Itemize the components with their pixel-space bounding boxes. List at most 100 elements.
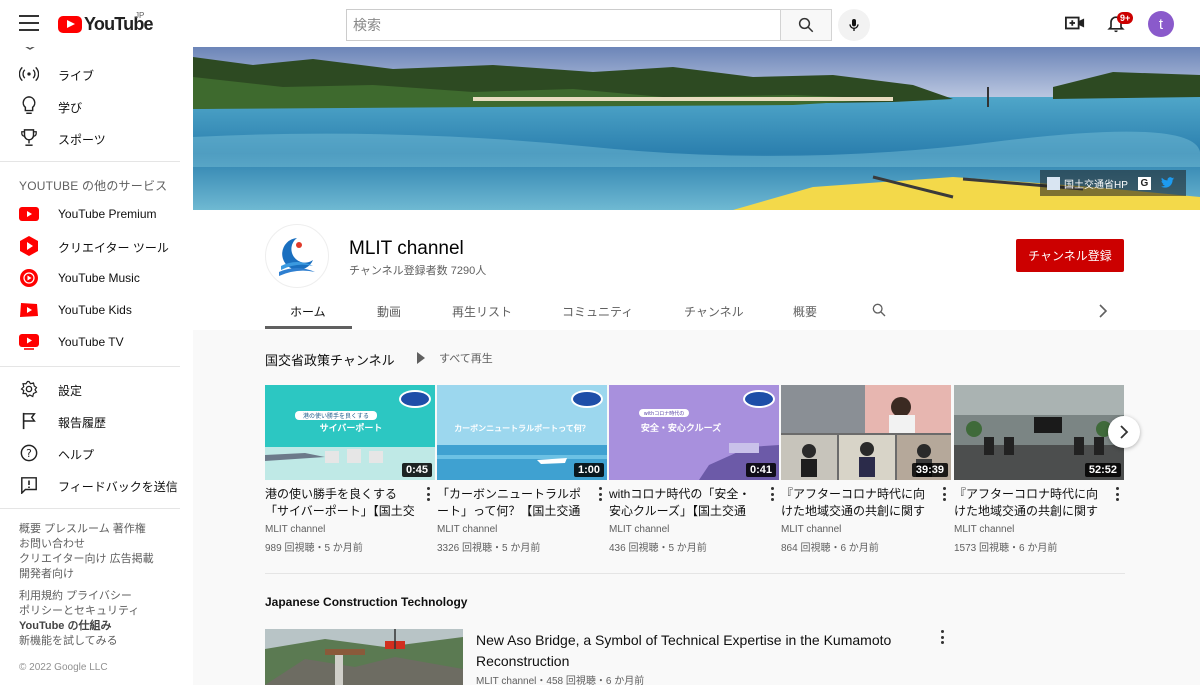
- footer-link[interactable]: ポリシーとセキュリティ: [19, 604, 139, 619]
- sidebar-item-feedback[interactable]: フィードバックを送信: [0, 469, 193, 501]
- chevron-right-icon: [1120, 425, 1129, 439]
- mlit-site-link[interactable]: 国土交通省HP: [1064, 176, 1128, 191]
- section-title[interactable]: Japanese Construction Technology: [265, 595, 467, 609]
- more-options-icon[interactable]: [427, 487, 431, 501]
- channel-search-icon[interactable]: [871, 302, 887, 318]
- footer-link[interactable]: クリエイター向け 広告掲載: [19, 552, 154, 567]
- more-options-icon[interactable]: [599, 487, 603, 501]
- video-channel[interactable]: MLIT channel: [781, 524, 951, 535]
- video-card[interactable]: withコロナ時代の 安全・安心クルーズ 0:41 withコロナ時代の「安全・…: [609, 385, 779, 554]
- twitter-icon[interactable]: [1160, 177, 1175, 189]
- video-title[interactable]: 「カーボンニュートラルポート」って何？【国土交通省...: [437, 486, 589, 520]
- video-thumbnail[interactable]: [265, 629, 463, 685]
- footer-link[interactable]: お問い合わせ: [19, 537, 154, 552]
- video-thumbnail[interactable]: 39:39: [781, 385, 951, 480]
- tab-community[interactable]: コミュニティ: [562, 303, 633, 320]
- svg-text:?: ?: [26, 447, 32, 460]
- video-title[interactable]: 『アフターコロナ時代に向けた地域交通の共創に関する...: [954, 486, 1106, 520]
- video-card[interactable]: 港の使い勝手を良くする サイバーポート 0:45 港の使い勝手を良くする「サイバ…: [265, 385, 435, 554]
- video-meta: 864 回視聴・6 か月前: [781, 543, 879, 554]
- sidebar-item-youtube-music[interactable]: YouTube Music: [0, 262, 193, 294]
- video-thumbnail[interactable]: カーボンニュートラルポートって何？ 1:00: [437, 385, 607, 480]
- feedback-icon: [19, 475, 39, 495]
- tab-videos[interactable]: 動画: [377, 303, 401, 320]
- create-video-button[interactable]: [1064, 13, 1086, 38]
- video-card[interactable]: 52:52 『アフターコロナ時代に向けた地域交通の共創に関する... MLIT …: [954, 385, 1124, 554]
- svg-text:港の使い勝手を良くする: 港の使い勝手を良くする: [303, 412, 369, 420]
- tab-about[interactable]: 概要: [793, 303, 817, 320]
- sidebar-item-youtube-tv[interactable]: YouTube TV: [0, 326, 193, 358]
- video-camera-plus-icon: [1065, 16, 1085, 30]
- section-title[interactable]: 国交省政策チャンネル: [265, 350, 395, 369]
- sidebar-item-report-history[interactable]: 報告履歴: [0, 405, 193, 437]
- tab-playlists[interactable]: 再生リスト: [452, 303, 512, 320]
- sidebar-item-label: YouTube Music: [58, 271, 140, 285]
- video-meta: MLIT channel・458 回視聴・6 か月前: [476, 676, 645, 685]
- video-meta: 989 回視聴・5 か月前: [265, 543, 363, 554]
- video-channel[interactable]: MLIT channel: [954, 524, 1124, 535]
- video-thumbnail[interactable]: 港の使い勝手を良くする サイバーポート 0:45: [265, 385, 435, 480]
- footer-link[interactable]: 新機能を試してみる: [19, 634, 139, 649]
- sidebar-item-settings[interactable]: 設定: [0, 373, 193, 405]
- youtube-play-icon: [58, 16, 82, 33]
- video-channel[interactable]: MLIT channel: [265, 524, 435, 535]
- sidebar-item-live[interactable]: ライブ: [0, 58, 193, 90]
- sidebar-item-youtube-kids[interactable]: YouTube Kids: [0, 294, 193, 326]
- video-channel[interactable]: MLIT channel: [437, 524, 607, 535]
- footer-link[interactable]: 開発者向け: [19, 567, 154, 582]
- subscribe-button[interactable]: チャンネル登録: [1016, 239, 1124, 272]
- sidebar-item-youtube-premium[interactable]: YouTube Premium: [0, 198, 193, 230]
- voice-search-button[interactable]: [838, 9, 870, 41]
- video-title[interactable]: 港の使い勝手を良くする「サイバーポート」【国土交通...: [265, 486, 417, 520]
- footer-link[interactable]: 利用規約 プライバシー: [19, 589, 139, 604]
- video-thumbnail[interactable]: withコロナ時代の 安全・安心クルーズ 0:41: [609, 385, 779, 480]
- tab-channels[interactable]: チャンネル: [684, 303, 744, 320]
- region-code: JP: [135, 11, 145, 20]
- account-avatar[interactable]: t: [1148, 11, 1174, 37]
- video-thumbnail[interactable]: 52:52: [954, 385, 1124, 480]
- video-duration: 0:41: [745, 463, 776, 477]
- mlit-site-icon: [1047, 176, 1060, 190]
- footer-link[interactable]: 概要 プレスルーム 著作権: [19, 522, 154, 537]
- more-options-icon[interactable]: [1116, 487, 1120, 501]
- sidebar-divider: [0, 161, 180, 162]
- svg-text:サイバーポート: サイバーポート: [320, 422, 383, 434]
- tab-home[interactable]: ホーム: [290, 303, 326, 320]
- youtube-premium-icon: [19, 204, 39, 224]
- sidebar-item-label: YouTube Kids: [58, 303, 132, 317]
- search-input[interactable]: 検索: [346, 9, 781, 41]
- svg-text:withコロナ時代の: withコロナ時代の: [644, 410, 685, 417]
- svg-text:安全・安心クルーズ: 安全・安心クルーズ: [641, 422, 721, 434]
- menu-icon[interactable]: [19, 15, 39, 31]
- sidebar-item-learning[interactable]: 学び: [0, 90, 193, 122]
- svg-text:カーボンニュートラルポートって何？: カーボンニュートラルポートって何？: [454, 423, 590, 433]
- video-channel[interactable]: MLIT channel: [609, 524, 779, 535]
- video-duration: 39:39: [911, 463, 948, 477]
- play-all-button[interactable]: すべて再生: [417, 350, 493, 366]
- google-link-icon[interactable]: G: [1137, 176, 1151, 190]
- more-options-icon[interactable]: [771, 487, 775, 501]
- channel-avatar[interactable]: [265, 224, 329, 288]
- sidebar-item-label: クリエイター ツール: [58, 241, 169, 255]
- gear-icon: [19, 379, 39, 399]
- sidebar-item-creator-tools[interactable]: クリエイター ツール: [0, 230, 193, 262]
- video-duration: 52:52: [1084, 463, 1121, 477]
- chevron-right-icon[interactable]: [1098, 304, 1108, 318]
- video-title[interactable]: withコロナ時代の「安全・安心クルーズ」【国土交通省...: [609, 486, 761, 520]
- sidebar-item-help[interactable]: ? ヘルプ: [0, 437, 193, 469]
- sidebar-item-sports[interactable]: スポーツ: [0, 122, 193, 154]
- lightbulb-icon: [19, 96, 39, 116]
- video-card[interactable]: カーボンニュートラルポートって何？ 1:00 「カーボンニュートラルポート」って…: [437, 385, 607, 554]
- video-title[interactable]: New Aso Bridge, a Symbol of Technical Ex…: [476, 630, 916, 672]
- microphone-icon: [849, 19, 859, 31]
- video-title[interactable]: 『アフターコロナ時代に向けた地域交通の共創に関する...: [781, 486, 933, 520]
- video-card[interactable]: 39:39 『アフターコロナ時代に向けた地域交通の共創に関する... MLIT …: [781, 385, 951, 554]
- play-icon: [417, 352, 425, 364]
- search-button[interactable]: [780, 9, 832, 41]
- footer-link[interactable]: YouTube の仕組み: [19, 619, 139, 634]
- shelf-next-button[interactable]: [1108, 416, 1140, 448]
- notification-badge: 9+: [1117, 12, 1134, 24]
- sidebar-divider: [0, 508, 180, 509]
- more-options-icon[interactable]: [941, 630, 945, 644]
- more-options-icon[interactable]: [943, 487, 947, 501]
